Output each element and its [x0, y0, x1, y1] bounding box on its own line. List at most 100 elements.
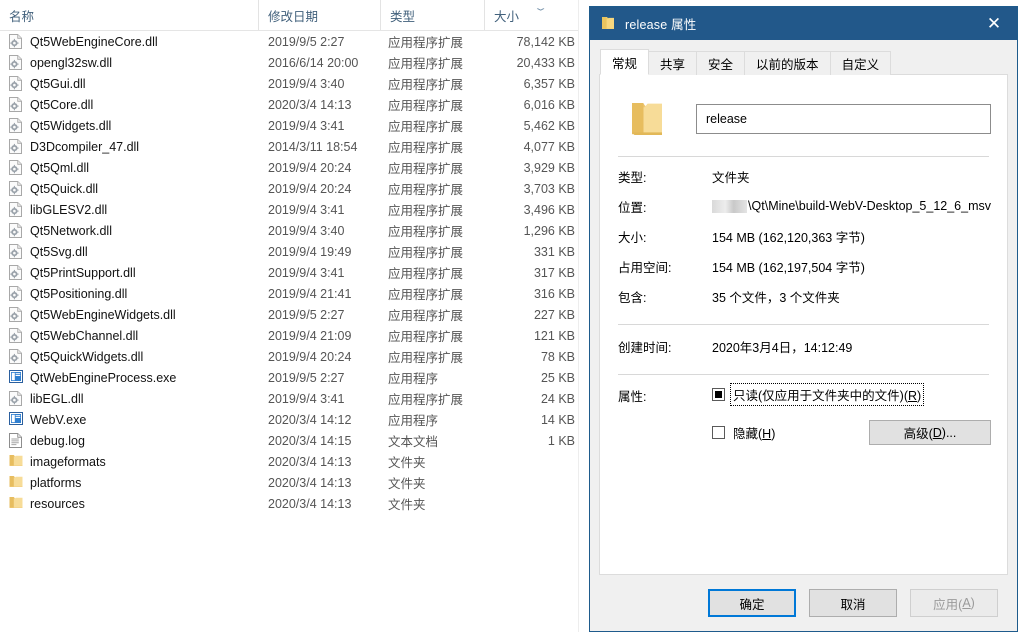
file-name-label: Qt5WebEngineCore.dll [30, 34, 158, 49]
advanced-button[interactable]: 高级(D)... [869, 420, 991, 445]
property-row: 占用空间: 154 MB (162,197,504 字节) [616, 251, 991, 281]
file-date-cell: 2020/3/4 14:15 [268, 433, 352, 448]
file-name-cell: WebV.exe [9, 412, 86, 427]
file-row[interactable]: libGLESV2.dll 2019/9/4 3:41 应用程序扩展 3,496 KB [0, 199, 589, 220]
file-name-cell: QtWebEngineProcess.exe [9, 370, 176, 385]
file-row[interactable]: imageformats 2020/3/4 14:13 文件夹 [0, 451, 589, 472]
dialog-body: 常规 共享 安全 以前的版本 自定义 release 类型: 文件夹 位置: \Qt\Mine… [590, 40, 1017, 631]
file-row[interactable]: platforms 2020/3/4 14:13 文件夹 [0, 472, 589, 493]
vertical-scrollbar[interactable] [578, 0, 589, 632]
hidden-checkbox-row[interactable]: 隐藏(H) 高级(D)... [712, 420, 991, 445]
file-name-label: Qt5QuickWidgets.dll [30, 349, 144, 364]
folder-icon [9, 496, 23, 511]
attributes-row: 属性: 只读(仅应用于文件夹中的文件)(R) 隐藏(H) 高级(D)... [616, 383, 991, 445]
readonly-checkbox[interactable] [712, 388, 725, 401]
dll-icon [9, 55, 23, 70]
tab-3[interactable]: 以前的版本 [744, 51, 831, 75]
file-size-cell: 6,357 KB [523, 76, 575, 91]
dll-icon [9, 118, 23, 133]
property-label: 大小: [618, 230, 647, 245]
column-header-name[interactable]: 名称 [0, 0, 258, 30]
file-date-cell: 2019/9/4 3:41 [268, 391, 345, 406]
folder-icon [9, 454, 23, 469]
file-date-cell: 2019/9/4 3:41 [268, 118, 345, 133]
file-row[interactable]: Qt5Widgets.dll 2019/9/4 3:41 应用程序扩展 5,462 K… [0, 115, 589, 136]
column-header-type[interactable]: 类型 [380, 0, 484, 30]
file-name-label: Qt5Positioning.dll [30, 286, 128, 301]
file-date-cell: 2019/9/4 20:24 [268, 181, 352, 196]
dll-icon [9, 244, 23, 259]
file-name-cell: Qt5WebChannel.dll [9, 328, 138, 343]
property-value-text: \Qt\Mine\build-WebV-Desktop_5_12_6_msv [748, 199, 991, 213]
property-value: 35 个文件，3 个文件夹 [712, 290, 840, 305]
file-row[interactable]: opengl32sw.dll 2016/6/14 20:00 应用程序扩展 20,43… [0, 52, 589, 73]
file-date-cell: 2020/3/4 14:13 [268, 97, 352, 112]
ok-button[interactable]: 确定 [708, 589, 796, 617]
file-name-label: platforms [30, 475, 82, 490]
file-row[interactable]: Qt5WebEngineWidgets.dll 2019/9/5 2:27 应用程序… [0, 304, 589, 325]
close-icon[interactable]: ✕ [971, 7, 1017, 40]
file-size-cell: 3,929 KB [523, 160, 575, 175]
tab-4[interactable]: 自定义 [829, 51, 892, 75]
tab-strip: 常规 共享 安全 以前的版本 自定义 [600, 49, 1008, 75]
file-type-cell: 文件夹 [388, 498, 426, 512]
file-name-cell: Qt5Svg.dll [9, 244, 88, 259]
file-size-cell: 1,296 KB [523, 223, 575, 238]
column-header-size[interactable]: 大小 [484, 0, 578, 30]
file-name-label: WebV.exe [30, 412, 87, 427]
column-header-date[interactable]: 修改日期 [258, 0, 380, 30]
file-row[interactable]: Qt5Positioning.dll 2019/9/4 21:41 应用程序扩展 31… [0, 283, 589, 304]
file-row[interactable]: Qt5Qml.dll 2019/9/4 20:24 应用程序扩展 3,929 KB [0, 157, 589, 178]
file-row[interactable]: WebV.exe 2020/3/4 14:12 应用程序 14 KB [0, 409, 589, 430]
file-name-label: libEGL.dll [30, 391, 84, 406]
file-row[interactable]: resources 2020/3/4 14:13 文件夹 [0, 493, 589, 514]
dialog-title: release 属性 [625, 18, 697, 32]
file-name-cell: D3Dcompiler_47.dll [9, 139, 139, 154]
file-row[interactable]: D3Dcompiler_47.dll 2014/3/11 18:54 应用程序扩展 4… [0, 136, 589, 157]
folder-icon [624, 98, 670, 140]
property-row: 类型: 文件夹 [616, 161, 991, 191]
tab-0[interactable]: 常规 [600, 49, 650, 75]
file-name-cell: resources [9, 496, 85, 511]
file-date-cell: 2020/3/4 14:13 [268, 454, 352, 469]
folder-name-input[interactable]: release [696, 104, 991, 134]
file-name-label: D3Dcompiler_47.dll [30, 139, 140, 154]
dialog-titlebar[interactable]: release 属性 ✕ [590, 7, 1017, 40]
file-name-label: resources [30, 496, 85, 511]
tab-panel-general: release 类型: 文件夹 位置: \Qt\Mine\build-WebV-Des… [599, 74, 1008, 575]
cancel-button[interactable]: 取消 [809, 589, 897, 617]
file-size-cell: 20,433 KB [516, 55, 575, 70]
attributes-label: 属性: [618, 390, 647, 404]
hidden-label: 隐藏(H) [733, 427, 776, 441]
file-row[interactable]: Qt5QuickWidgets.dll 2019/9/4 20:24 应用程序扩展 7… [0, 346, 589, 367]
file-size-cell: 14 KB [540, 412, 575, 427]
file-date-cell: 2019/9/4 20:24 [268, 349, 352, 364]
file-row[interactable]: QtWebEngineProcess.exe 2019/9/5 2:27 应用程序 2… [0, 367, 589, 388]
tab-2[interactable]: 安全 [696, 51, 746, 75]
file-row[interactable]: debug.log 2020/3/4 14:15 文本文档 1 KB [0, 430, 589, 451]
file-date-cell: 2020/3/4 14:13 [268, 496, 352, 511]
file-size-cell: 3,496 KB [523, 202, 575, 217]
apply-button: 应用(A) [910, 589, 998, 617]
folder-icon [9, 475, 23, 490]
chevron-down-icon: ⌄ [533, 3, 548, 13]
readonly-checkbox-row[interactable]: 只读(仅应用于文件夹中的文件)(R) [712, 383, 991, 406]
tab-1[interactable]: 共享 [648, 51, 698, 75]
file-row[interactable]: Qt5Gui.dll 2019/9/4 3:40 应用程序扩展 6,357 KB [0, 73, 589, 94]
file-date-cell: 2019/9/4 3:40 [268, 76, 345, 91]
file-row[interactable]: Qt5Core.dll 2020/3/4 14:13 应用程序扩展 6,016 KB [0, 94, 589, 115]
dll-icon [9, 34, 23, 49]
file-name-cell: Qt5Positioning.dll [9, 286, 127, 301]
hidden-checkbox[interactable] [712, 426, 725, 439]
file-row[interactable]: Qt5WebEngineCore.dll 2019/9/5 2:27 应用程序扩展 7… [0, 31, 589, 52]
property-label: 包含: [618, 290, 647, 305]
file-row[interactable]: Qt5Quick.dll 2019/9/4 20:24 应用程序扩展 3,703 KB [0, 178, 589, 199]
file-size-cell: 3,703 KB [523, 181, 575, 196]
column-header-type-label: 类型 [390, 9, 416, 24]
file-row[interactable]: libEGL.dll 2019/9/4 3:41 应用程序扩展 24 KB [0, 388, 589, 409]
file-row[interactable]: Qt5Svg.dll 2019/9/4 19:49 应用程序扩展 331 KB [0, 241, 589, 262]
file-row[interactable]: Qt5PrintSupport.dll 2019/9/4 3:41 应用程序扩展 31… [0, 262, 589, 283]
file-date-cell: 2019/9/5 2:27 [268, 370, 345, 385]
file-row[interactable]: Qt5Network.dll 2019/9/4 3:40 应用程序扩展 1,296 K… [0, 220, 589, 241]
file-row[interactable]: Qt5WebChannel.dll 2019/9/4 21:09 应用程序扩展 121… [0, 325, 589, 346]
